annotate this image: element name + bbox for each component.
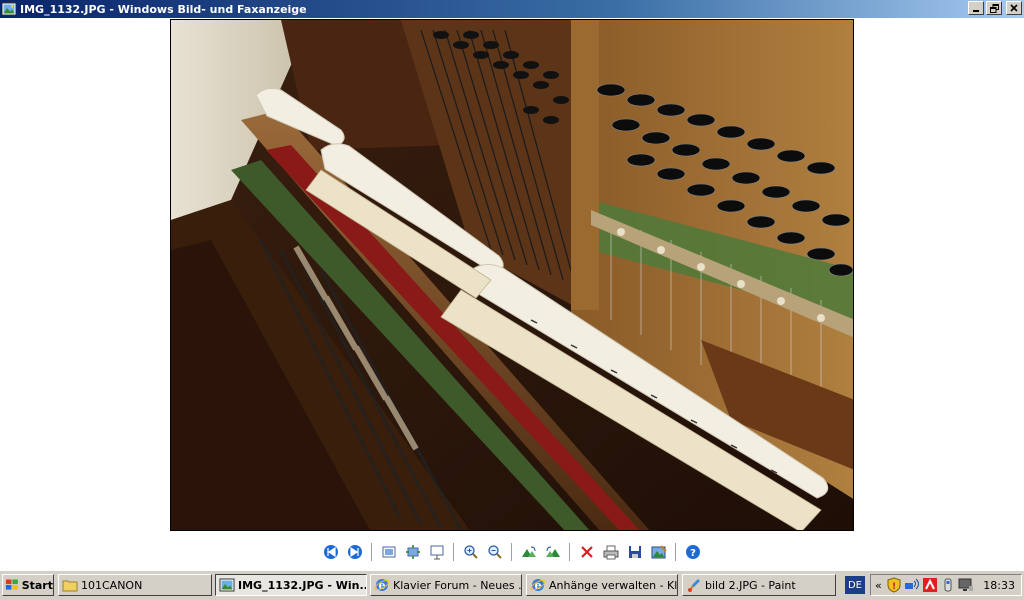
start-button[interactable]: Start xyxy=(2,574,54,596)
task-image-viewer[interactable]: IMG_1132.JPG - Win... xyxy=(215,574,367,596)
language-indicator[interactable]: DE xyxy=(845,576,865,594)
delete-button[interactable] xyxy=(577,542,597,562)
restore-button[interactable] xyxy=(986,1,1002,15)
window-title: IMG_1132.JPG - Windows Bild- und Faxanze… xyxy=(20,2,307,16)
taskbar: Start 101CANON IMG_1132.JPG - Win... e K… xyxy=(0,570,1024,600)
slideshow-icon xyxy=(430,545,444,560)
actual-size-icon xyxy=(406,545,420,559)
minimize-button[interactable] xyxy=(968,1,984,15)
system-tray: « ! 18:33 xyxy=(870,574,1022,596)
previous-image-button[interactable] xyxy=(321,542,341,562)
next-image-button[interactable] xyxy=(345,542,365,562)
best-fit-button[interactable] xyxy=(379,542,399,562)
print-icon xyxy=(603,545,619,560)
help-icon: ? xyxy=(686,545,700,559)
security-shield-icon[interactable]: ! xyxy=(886,577,902,593)
save-button[interactable] xyxy=(625,542,645,562)
next-icon xyxy=(348,545,362,559)
delete-icon xyxy=(581,546,593,558)
antivirus-icon[interactable] xyxy=(922,577,938,593)
restore-icon xyxy=(989,3,999,13)
tray-expand-button[interactable]: « xyxy=(875,579,882,592)
piano-photo xyxy=(171,20,853,530)
task-label: Anhänge verwalten - Kl... xyxy=(549,578,677,592)
image-viewer-area: ? xyxy=(0,18,1024,570)
help-button[interactable]: ? xyxy=(683,542,703,562)
task-klavier-forum[interactable]: e Klavier Forum - Neues ... xyxy=(370,574,522,596)
task-label: Klavier Forum - Neues ... xyxy=(393,578,521,592)
svg-text:!: ! xyxy=(892,582,896,592)
actual-size-button[interactable] xyxy=(403,542,423,562)
task-label: bild 2.JPG - Paint xyxy=(705,578,796,592)
best-fit-icon xyxy=(382,546,396,558)
image-viewer-icon xyxy=(219,578,235,592)
print-button[interactable] xyxy=(601,542,621,562)
folder-icon xyxy=(62,580,78,592)
title-bar[interactable]: IMG_1132.JPG - Windows Bild- und Faxanze… xyxy=(0,0,1024,18)
zoom-in-button[interactable] xyxy=(461,542,481,562)
toolbar-separator xyxy=(511,543,513,561)
svg-text:?: ? xyxy=(690,548,696,559)
rotate-counterclockwise-icon xyxy=(546,546,560,557)
rotate-clockwise-button[interactable] xyxy=(519,542,539,562)
internet-explorer-icon: e xyxy=(374,579,390,592)
edit-button[interactable] xyxy=(649,542,669,562)
image-viewer-icon xyxy=(2,2,16,16)
usb-device-icon[interactable] xyxy=(940,577,956,593)
slideshow-button[interactable] xyxy=(427,542,447,562)
toolbar-separator xyxy=(371,543,373,561)
save-icon xyxy=(629,546,641,558)
displayed-photo[interactable] xyxy=(170,19,854,531)
zoom-out-button[interactable] xyxy=(485,542,505,562)
display-icon[interactable] xyxy=(958,577,974,593)
edit-icon xyxy=(651,545,667,559)
paint-icon xyxy=(688,579,700,592)
task-paint[interactable]: bild 2.JPG - Paint xyxy=(682,574,836,596)
task-label: IMG_1132.JPG - Win... xyxy=(238,578,366,592)
close-button[interactable] xyxy=(1006,1,1022,15)
start-label: Start xyxy=(21,578,53,592)
task-label: 101CANON xyxy=(81,578,143,592)
windows-logo-icon xyxy=(5,579,18,590)
task-101canon[interactable]: 101CANON xyxy=(58,574,212,596)
rotate-counterclockwise-button[interactable] xyxy=(543,542,563,562)
zoom-out-icon xyxy=(488,545,502,559)
previous-icon xyxy=(324,545,338,559)
toolbar-separator xyxy=(675,543,677,561)
toolbar-separator xyxy=(453,543,455,561)
clock[interactable]: 18:33 xyxy=(983,579,1015,592)
toolbar-separator xyxy=(569,543,571,561)
zoom-in-icon xyxy=(464,545,478,559)
window-controls xyxy=(968,1,1022,15)
rotate-clockwise-icon xyxy=(522,546,536,557)
network-icon[interactable] xyxy=(904,577,920,593)
minimize-icon xyxy=(973,10,979,12)
task-anhaenge-verwalten[interactable]: e Anhänge verwalten - Kl... xyxy=(526,574,678,596)
viewer-toolbar: ? xyxy=(0,541,1024,563)
close-icon xyxy=(1010,4,1018,12)
internet-explorer-icon: e xyxy=(530,579,546,592)
